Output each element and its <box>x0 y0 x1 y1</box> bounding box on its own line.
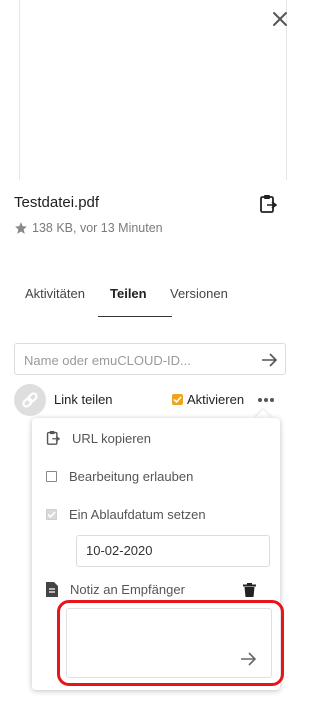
file-meta: 138 KB, vor 13 Minuten <box>14 221 163 235</box>
allow-edit-checkbox[interactable] <box>46 471 57 482</box>
active-tab-indicator <box>98 316 172 317</box>
link-icon <box>22 392 38 408</box>
menu-note-label: Notiz an Empfänger <box>70 582 185 597</box>
trash-icon[interactable] <box>243 583 256 597</box>
share-search-field <box>14 343 286 375</box>
clipboard-icon[interactable] <box>259 194 277 214</box>
star-icon[interactable] <box>14 221 28 235</box>
file-meta-text: 138 KB, vor 13 Minuten <box>32 221 163 235</box>
menu-copy-url-label: URL kopieren <box>72 430 152 446</box>
checkmark-icon <box>173 396 182 404</box>
document-icon <box>46 582 58 597</box>
tab-share[interactable]: Teilen <box>110 286 147 301</box>
link-share-label: Link teilen <box>54 392 113 407</box>
activate-checkbox[interactable] <box>172 394 183 405</box>
tab-activities[interactable]: Aktivitäten <box>25 286 85 301</box>
menu-allow-edit-label: Bearbeitung erlauben <box>69 469 194 484</box>
link-avatar <box>14 384 46 416</box>
menu-allow-edit[interactable]: Bearbeitung erlauben <box>46 469 193 484</box>
tab-bar: Aktivitäten Teilen Versionen <box>14 286 284 318</box>
file-name: Testdatei.pdf <box>14 194 100 211</box>
clipboard-icon <box>46 431 60 445</box>
menu-note: Notiz an Empfänger <box>46 582 185 597</box>
activate-link-toggle[interactable]: Aktivieren <box>172 392 244 407</box>
tab-versions[interactable]: Versionen <box>170 286 228 301</box>
activate-label: Aktivieren <box>187 392 245 407</box>
checkmark-icon <box>47 511 56 519</box>
close-icon[interactable] <box>271 10 289 28</box>
expiry-checkbox[interactable] <box>46 509 57 520</box>
share-search-input[interactable] <box>22 350 258 370</box>
expiry-date-input[interactable]: 10-02-2020 <box>76 535 270 567</box>
highlight-annotation <box>57 600 284 686</box>
menu-copy-url[interactable]: URL kopieren <box>46 430 151 446</box>
more-dots-icon[interactable] <box>256 391 276 407</box>
menu-set-expiry[interactable]: Ein Ablaufdatum setzen <box>46 507 206 522</box>
arrow-right-icon[interactable] <box>260 351 278 369</box>
file-preview <box>19 0 287 180</box>
menu-set-expiry-label: Ein Ablaufdatum setzen <box>69 507 206 522</box>
